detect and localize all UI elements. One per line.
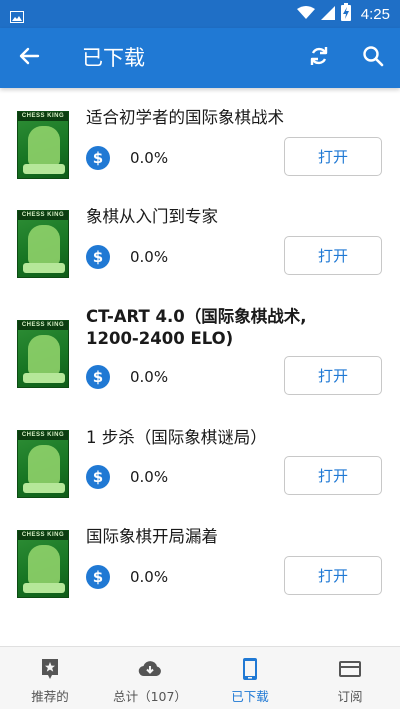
dollar-icon: $ <box>86 565 110 589</box>
open-button[interactable]: 打开 <box>284 236 382 275</box>
sync-button[interactable] <box>304 43 334 73</box>
back-button[interactable] <box>14 43 44 73</box>
dollar-icon: $ <box>86 365 110 389</box>
list-item[interactable]: CHESS KING 象棋从入门到专家 $ 0.0% 打开 <box>0 188 400 288</box>
download-progress: 0.0% <box>130 368 169 386</box>
card-icon <box>338 657 362 681</box>
svg-text:$: $ <box>93 248 103 266</box>
nav-label: 推荐的 <box>31 689 69 704</box>
book-cover: CHESS KING <box>17 210 69 278</box>
sync-icon <box>307 44 331 72</box>
image-icon <box>10 8 24 27</box>
book-cover: CHESS KING <box>17 530 69 598</box>
nav-item-downloaded[interactable]: 已下载 <box>200 647 300 709</box>
dollar-icon: $ <box>86 245 110 269</box>
nav-item-total[interactable]: 总计（107） <box>100 647 200 709</box>
search-button[interactable] <box>358 43 388 73</box>
list-item[interactable]: CHESS KING 适合初学者的国际象棋战术 $ 0.0% 打开 <box>0 88 400 188</box>
dollar-icon: $ <box>86 465 110 489</box>
nav-label: 订阅 <box>337 689 363 704</box>
open-button[interactable]: 打开 <box>284 456 382 495</box>
cover-label: CHESS KING <box>18 431 68 440</box>
svg-text:$: $ <box>93 149 103 167</box>
status-bar: 4:25 <box>0 0 400 28</box>
app-bar: 已下载 <box>0 28 400 88</box>
battery-charging-icon <box>340 3 351 25</box>
back-arrow-icon <box>18 45 40 71</box>
svg-text:$: $ <box>93 568 103 586</box>
book-title: 国际象棋开局漏着 <box>86 527 218 546</box>
book-title: 1 步杀（国际象棋谜局） <box>86 428 267 447</box>
book-cover: CHESS KING <box>17 320 69 388</box>
signal-icon <box>320 5 335 24</box>
cover-label: CHESS KING <box>18 211 68 220</box>
svg-text:$: $ <box>93 368 103 386</box>
download-progress: 0.0% <box>130 149 169 167</box>
downloaded-list: CHESS KING 适合初学者的国际象棋战术 $ 0.0% 打开 CHESS … <box>0 88 400 646</box>
wifi-icon <box>296 5 315 24</box>
download-progress: 0.0% <box>130 248 169 266</box>
nav-item-subscription[interactable]: 订阅 <box>300 647 400 709</box>
open-button[interactable]: 打开 <box>284 556 382 595</box>
list-item[interactable]: CHESS KING 1 步杀（国际象棋谜局） $ 0.0% 打开 <box>0 408 400 508</box>
book-title: 适合初学者的国际象棋战术 <box>86 108 284 127</box>
cover-label: CHESS KING <box>18 321 68 330</box>
nav-item-recommended[interactable]: 推荐的 <box>0 647 100 709</box>
nav-label: 总计（107） <box>113 689 187 704</box>
open-button[interactable]: 打开 <box>284 137 382 176</box>
bottom-navigation: 推荐的 总计（107） 已下载 订阅 <box>0 646 400 709</box>
book-title: CT-ART 4.0（国际象棋战术, 1200-2400 ELO) <box>86 307 307 348</box>
page-title: 已下载 <box>82 46 145 70</box>
cover-label: CHESS KING <box>18 112 68 121</box>
dollar-icon: $ <box>86 146 110 170</box>
star-badge-icon <box>38 657 62 681</box>
book-title: 象棋从入门到专家 <box>86 207 218 226</box>
open-button[interactable]: 打开 <box>284 356 382 395</box>
list-item[interactable]: CHESS KING 国际象棋开局漏着 $ 0.0% 打开 <box>0 508 400 608</box>
phone-icon <box>238 657 262 681</box>
download-progress: 0.0% <box>130 468 169 486</box>
download-progress: 0.0% <box>130 568 169 586</box>
cloud-download-icon <box>138 657 162 681</box>
search-icon <box>361 44 385 72</box>
book-cover: CHESS KING <box>17 430 69 498</box>
nav-label: 已下载 <box>231 689 269 704</box>
status-time: 4:25 <box>360 5 390 23</box>
svg-text:$: $ <box>93 468 103 486</box>
list-item[interactable]: CHESS KING CT-ART 4.0（国际象棋战术, 1200-2400 … <box>0 288 400 408</box>
cover-label: CHESS KING <box>18 531 68 540</box>
book-cover: CHESS KING <box>17 111 69 179</box>
